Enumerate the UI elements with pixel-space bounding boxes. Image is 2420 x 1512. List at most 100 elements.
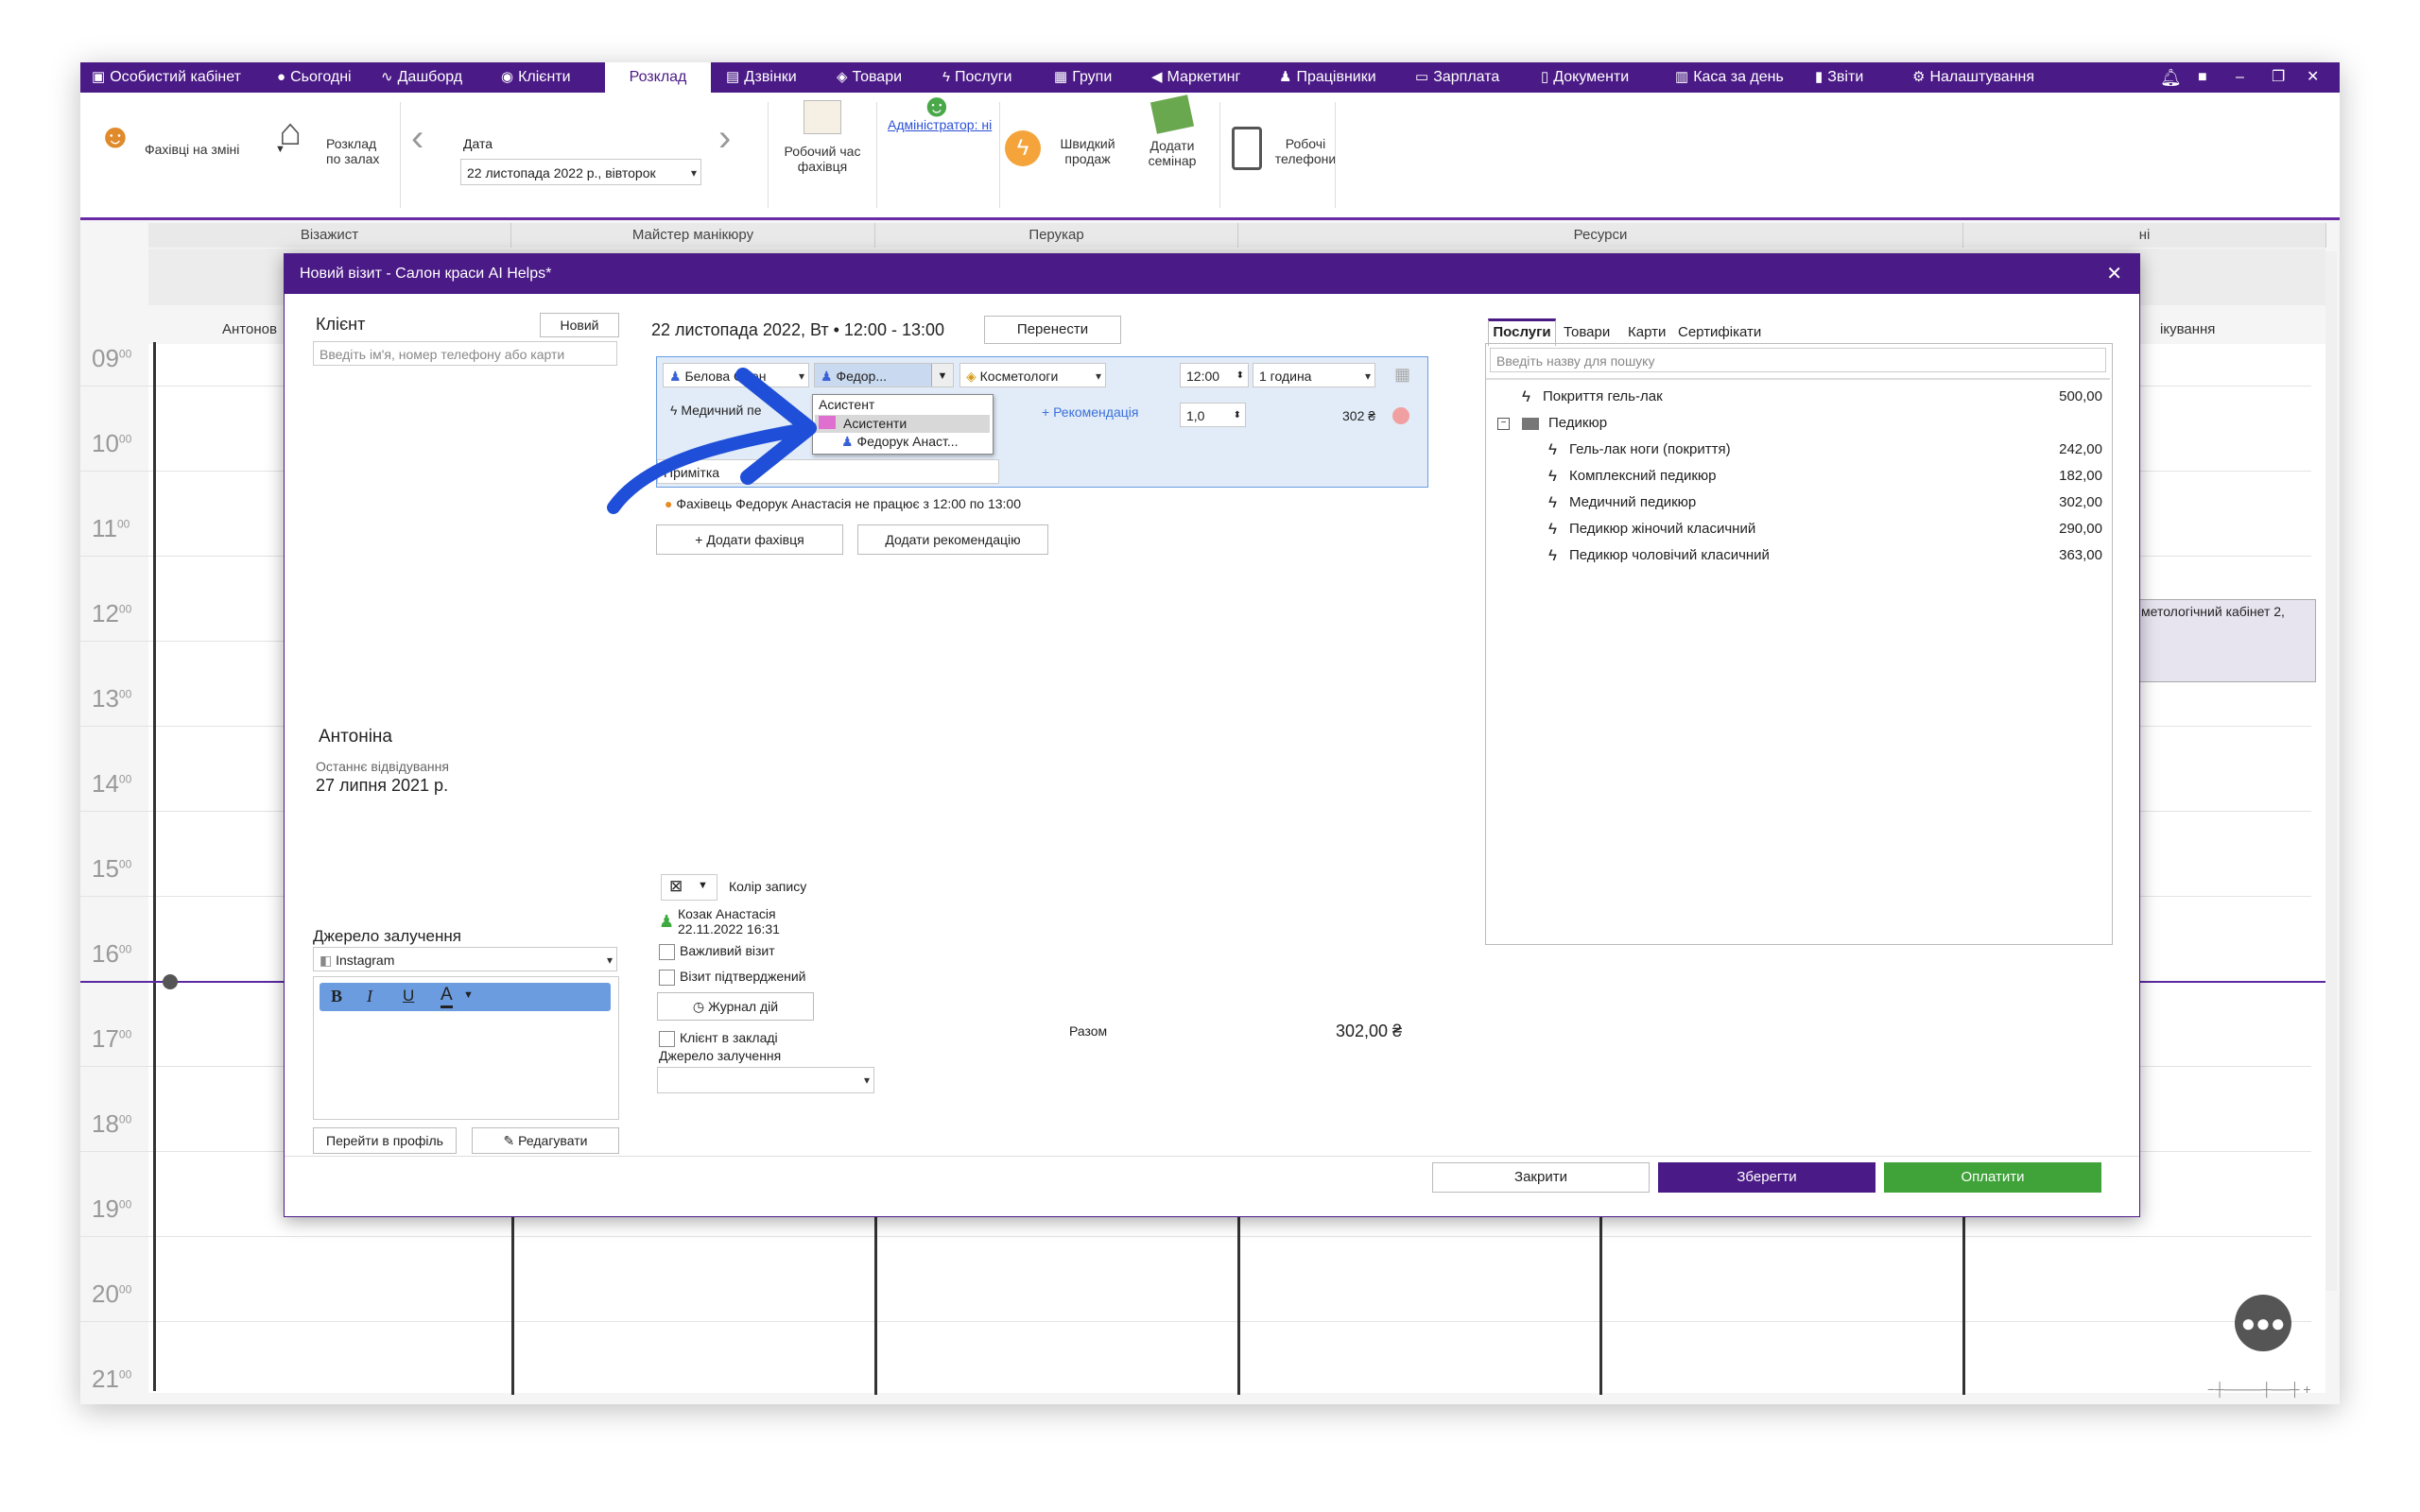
visit-confirmed-checkbox[interactable]	[659, 970, 675, 986]
pay-button[interactable]: Оплатити	[1884, 1162, 2101, 1193]
client-name: Антоніна	[319, 727, 392, 747]
calendar-event[interactable]: метологічний кабінет 2,	[2136, 599, 2316, 682]
total-value: 302,00 ₴	[1336, 1022, 1403, 1040]
work-phones-button[interactable]: Робочі телефони	[1224, 121, 1366, 178]
nav-today[interactable]: ● Сьогодні	[277, 62, 352, 93]
schedule-by-halls-button[interactable]: ⌂ Розклад по залах	[279, 113, 392, 178]
vertical-scrollbar[interactable]	[2325, 251, 2337, 1291]
close-button[interactable]: Закрити	[1432, 1162, 1650, 1193]
service-row[interactable]: ϟ Медичний педикюр 302,00	[1486, 490, 2110, 516]
text-color-icon[interactable]: A	[441, 985, 453, 1008]
quick-sale-button[interactable]: ϟ Швидкий продаж	[1005, 121, 1128, 178]
comment-editor[interactable]: B I U A ▼	[313, 976, 619, 1120]
tab-services[interactable]: Послуги	[1488, 318, 1556, 346]
nav-groups[interactable]: ▦ Групи	[1054, 62, 1112, 93]
stepper-icon[interactable]: ⬍	[1236, 364, 1244, 387]
staff-avatar-icon: ☻	[97, 116, 133, 155]
chevron-down-icon[interactable]: ▼	[463, 989, 474, 1001]
staff-on-shift-button[interactable]: ☻ Фахівці на зміні ▼	[97, 116, 285, 178]
work-time-button[interactable]: Робочий час фахівця	[775, 100, 870, 174]
italic-icon[interactable]: I	[367, 987, 372, 1006]
nav-goods[interactable]: ◈ Товари	[837, 62, 902, 93]
nav-reports[interactable]: ▮ Звіти	[1815, 62, 1863, 93]
action-log-button[interactable]: ◷ Журнал дій	[657, 992, 814, 1021]
bell-icon[interactable]: 🔔︎	[2160, 62, 2182, 93]
add-staff-button[interactable]: + Додати фахівця	[656, 524, 843, 555]
service-row[interactable]: ϟ Педикюр жіночий класичний 290,00	[1486, 516, 2110, 542]
tab-goods[interactable]: Товари	[1564, 324, 1610, 340]
remove-service-icon[interactable]	[1392, 407, 1409, 424]
hour-label: 1000	[92, 429, 132, 457]
pulse-icon: ∿	[381, 69, 393, 85]
add-seminar-button[interactable]: Додати семінар	[1130, 94, 1215, 168]
important-visit-checkbox[interactable]	[659, 944, 675, 960]
administrator-button[interactable]: ☻ Адміністратор: ні	[880, 90, 994, 132]
nav-personal-cabinet[interactable]: ▣ Особистий кабінет	[92, 62, 241, 93]
editor-toolbar: B I U A ▼	[320, 983, 611, 1011]
stepper-icon[interactable]: ⬍	[1234, 404, 1241, 426]
service-name: Комплексний педикюр	[1569, 468, 1717, 484]
service-name: Педикюр	[1548, 415, 1608, 431]
nav-clients[interactable]: ◉ Клієнти	[501, 62, 571, 93]
nav-salary[interactable]: ▭ Зарплата	[1415, 62, 1499, 93]
dropdown-person-item[interactable]: ♟ Федорук Анаст...	[841, 434, 959, 450]
hour-label: 1900	[92, 1194, 132, 1223]
service-folder-row[interactable]: − Педикюр	[1486, 410, 2110, 437]
nav-calls[interactable]: ▤ Дзвінки	[726, 62, 797, 93]
category-select[interactable]: ◈ Косметологи	[959, 363, 1106, 387]
go-to-profile-button[interactable]: Перейти в профіль	[313, 1127, 457, 1154]
service-search-input[interactable]: Введіть назву для пошуку	[1490, 348, 2106, 372]
save-button[interactable]: Зберегти	[1658, 1162, 1876, 1193]
new-client-button[interactable]: Новий	[540, 313, 619, 337]
quantity-stepper[interactable]: 1,0 ⬍	[1180, 403, 1246, 427]
tab-cards[interactable]: Карти	[1628, 324, 1666, 340]
record-color-select[interactable]: ⊠ ▼	[661, 874, 717, 901]
hour-label: 1200	[92, 599, 132, 627]
nav-marketing[interactable]: ◀ Маркетинг	[1151, 62, 1240, 93]
nav-schedule[interactable]: Розклад	[605, 62, 711, 93]
time-input[interactable]: 12:00 ⬍	[1180, 363, 1249, 387]
move-visit-button[interactable]: Перенести	[984, 316, 1121, 344]
date-label: Дата	[463, 136, 493, 151]
clock-icon: ◷	[692, 999, 709, 1014]
service-row[interactable]: ϟ Покриття гель-лак 500,00	[1486, 384, 2110, 410]
restore-icon[interactable]: ❐	[2272, 62, 2285, 93]
nav-settings[interactable]: ⚙ Налаштування	[1912, 62, 2034, 93]
zoom-slider[interactable]: −┼────┼──┼ +	[2207, 1382, 2311, 1397]
close-window-icon[interactable]: ✕	[2307, 62, 2319, 93]
calendar-icon[interactable]: ▦	[1394, 365, 1410, 385]
close-icon[interactable]: ✕	[2106, 254, 2122, 294]
bold-icon[interactable]: B	[331, 987, 342, 1006]
add-recommendation-button[interactable]: Додати рекомендацію	[857, 524, 1048, 555]
assistant-select[interactable]: ♟ Федор... ▼	[814, 363, 954, 387]
add-recommendation-link[interactable]: + Рекомендація	[1042, 404, 1138, 420]
source-select-2[interactable]	[657, 1067, 874, 1093]
service-row[interactable]: ϟ Комплексний педикюр 182,00	[1486, 463, 2110, 490]
chat-bubble-icon[interactable]: ●●●	[2235, 1295, 2291, 1351]
current-time-marker	[163, 974, 178, 989]
client-in-salon-checkbox[interactable]	[659, 1031, 675, 1047]
nav-documents[interactable]: ▯ Документи	[1541, 62, 1629, 93]
tab-certificates[interactable]: Сертифікати	[1678, 324, 1761, 340]
ribbon-separator	[400, 102, 401, 208]
megaphone-icon: ◀	[1151, 69, 1163, 85]
next-date-arrow[interactable]: ›	[718, 119, 731, 157]
edit-client-button[interactable]: ✎ Редагувати	[472, 1127, 619, 1154]
dropdown-group-assistants[interactable]: Асистенти	[815, 415, 990, 433]
service-row[interactable]: ϟ Гель-лак ноги (покриття) 242,00	[1486, 437, 2110, 463]
minimize-icon[interactable]: –	[2236, 62, 2244, 93]
date-picker[interactable]: 22 листопада 2022 р., вівторок	[460, 159, 701, 185]
hour-label: 1400	[92, 769, 132, 798]
client-search-input[interactable]: Введіть ім'я, номер телефону або карти	[313, 341, 617, 366]
service-row[interactable]: ϟ Педикюр чоловічий класичний 363,00	[1486, 542, 2110, 569]
nav-cash-day[interactable]: ▥ Каса за день	[1675, 62, 1784, 93]
source-select[interactable]: ◧ Instagram	[313, 947, 617, 971]
lock-icon[interactable]: ■	[2198, 62, 2207, 93]
collapse-icon[interactable]: −	[1497, 418, 1510, 430]
nav-employees[interactable]: ♟ Працівники	[1279, 62, 1376, 93]
duration-select[interactable]: 1 година	[1253, 363, 1375, 387]
nav-dashboard[interactable]: ∿ Дашборд	[381, 62, 462, 93]
prev-date-arrow[interactable]: ‹	[411, 119, 424, 157]
underline-icon[interactable]: U	[403, 987, 414, 1005]
chevron-down-icon[interactable]: ▼	[931, 364, 953, 387]
